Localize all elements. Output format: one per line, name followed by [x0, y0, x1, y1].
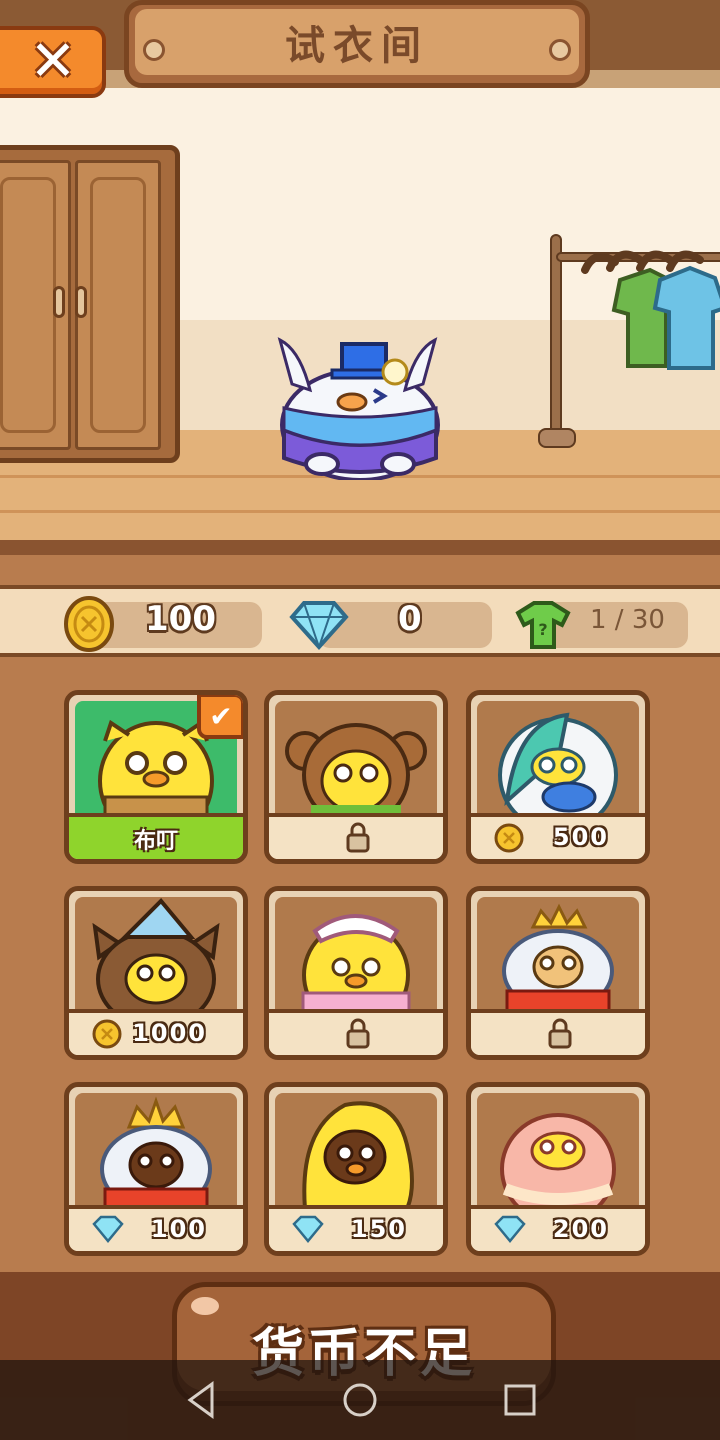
monkey-avatar-icon	[285, 723, 427, 815]
lock-icon	[346, 1018, 370, 1049]
skin-price: 200	[552, 1215, 609, 1243]
shirt-icon: ?	[515, 601, 571, 649]
skin-card-locked[interactable]	[466, 886, 650, 1060]
banana-avatar-icon	[302, 1101, 414, 1207]
fish-avatar-icon	[498, 712, 618, 815]
skin-card-coin[interactable]: 500	[466, 690, 650, 864]
character-preview	[277, 337, 440, 480]
diamond-icon	[92, 1215, 124, 1243]
selected-check-icon: ✔	[197, 695, 243, 739]
page-title: 试衣间	[285, 23, 429, 69]
coin-amount: 100	[145, 599, 216, 639]
skin-card-selected[interactable]: 布叮 ✔	[64, 690, 248, 864]
currency-bar: 100 0 ? 1 / 30	[0, 585, 720, 657]
skin-price: 1000	[132, 1019, 207, 1047]
diamond-icon	[292, 1215, 324, 1243]
home-nav-icon[interactable]	[340, 1380, 380, 1420]
recents-nav-icon[interactable]	[502, 1380, 538, 1420]
hanging-shirts-icon	[581, 250, 720, 370]
maid-avatar-icon	[301, 914, 411, 1011]
outfit-count: 1 / 30	[590, 605, 665, 635]
system-nav-bar	[0, 1360, 720, 1440]
skin-card-coin[interactable]: 1000	[64, 886, 248, 1060]
skin-name: 布叮	[133, 829, 178, 854]
skin-card-diamond[interactable]: 100	[64, 1082, 248, 1256]
skin-card-diamond[interactable]: 150	[264, 1082, 448, 1256]
skin-price: 500	[552, 823, 609, 851]
lock-icon	[346, 822, 370, 853]
coin-icon	[494, 823, 524, 853]
skin-card-locked[interactable]	[264, 886, 448, 1060]
coin-icon	[64, 596, 114, 652]
diamond-icon	[289, 601, 349, 650]
diamond-icon	[494, 1215, 526, 1243]
floor-edge	[0, 540, 720, 555]
diamond-amount: 0	[398, 599, 422, 639]
skin-price: 150	[350, 1215, 407, 1243]
back-nav-icon[interactable]	[184, 1380, 220, 1420]
title-plate: 试衣间	[124, 0, 590, 88]
peach-avatar-icon	[500, 1113, 616, 1207]
skin-card-diamond[interactable]: 200	[466, 1082, 650, 1256]
wizard-cat-avatar-icon	[92, 898, 220, 1011]
close-button[interactable]: ✕	[0, 26, 106, 98]
nail-left-icon	[143, 39, 165, 61]
nail-right-icon	[549, 39, 571, 61]
wardrobe	[0, 145, 180, 463]
svg-text:?: ?	[538, 620, 547, 639]
skin-card-locked[interactable]	[264, 690, 448, 864]
clothes-rack-base	[538, 428, 576, 448]
old-king-avatar-icon	[502, 903, 614, 1011]
lock-icon	[548, 1018, 572, 1049]
coin-icon	[92, 1019, 122, 1049]
clothes-rack	[550, 234, 562, 434]
close-icon: ✕	[29, 29, 77, 94]
skin-price: 100	[150, 1215, 207, 1243]
king-avatar-icon	[100, 1096, 212, 1207]
